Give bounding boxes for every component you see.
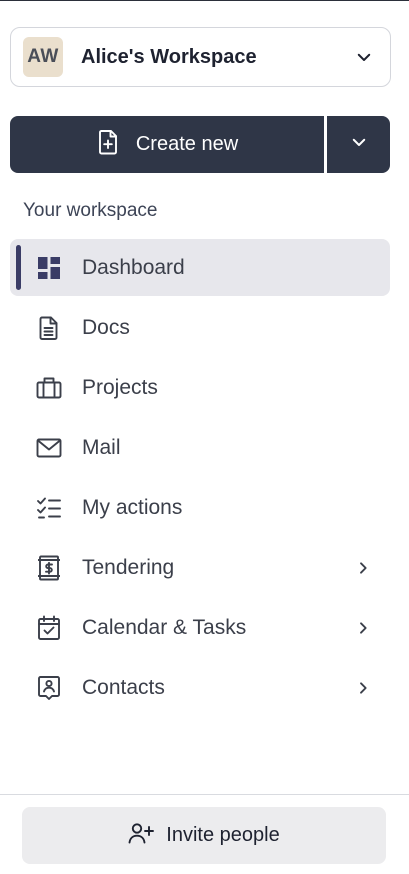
invite-people-label: Invite people	[166, 824, 280, 846]
user-plus-icon	[128, 822, 155, 849]
create-new-group: Create new	[10, 116, 390, 173]
chevron-right-icon	[352, 617, 374, 639]
workspace-name: Alice's Workspace	[81, 45, 257, 68]
briefcase-icon	[36, 375, 62, 401]
chevron-down-icon	[352, 45, 376, 69]
workspace-avatar: AW	[23, 37, 63, 77]
footer-divider	[0, 794, 409, 795]
dollar-document-icon	[36, 555, 62, 581]
sidebar-item-label: Calendar & Tasks	[82, 615, 247, 639]
document-icon	[36, 315, 62, 341]
file-plus-icon	[96, 129, 120, 160]
sidebar-item-projects[interactable]: Projects	[10, 359, 390, 416]
sidebar-item-label: My actions	[82, 495, 183, 519]
sidebar-item-label: Tendering	[82, 555, 175, 579]
dashboard-icon	[36, 255, 62, 281]
chevron-right-icon	[352, 677, 374, 699]
mail-icon	[36, 435, 62, 461]
sidebar-item-docs[interactable]: Docs	[10, 299, 390, 356]
workspace-switcher[interactable]: AW Alice's Workspace	[10, 27, 391, 87]
top-divider	[0, 0, 409, 1]
sidebar-item-label: Docs	[82, 315, 130, 339]
sidebar-item-label: Mail	[82, 435, 121, 459]
section-label: Your workspace	[23, 200, 158, 221]
sidebar-item-tendering[interactable]: Tendering	[10, 539, 390, 596]
sidebar-item-label: Contacts	[82, 675, 165, 699]
chevron-right-icon	[352, 557, 374, 579]
sidebar-item-mail[interactable]: Mail	[10, 419, 390, 476]
create-options-button[interactable]	[327, 116, 390, 173]
sidebar-item-my-actions[interactable]: My actions	[10, 479, 390, 536]
contact-icon	[36, 675, 62, 701]
sidebar-item-calendar-tasks[interactable]: Calendar & Tasks	[10, 599, 390, 656]
create-new-button[interactable]: Create new	[10, 116, 324, 173]
create-new-label: Create new	[135, 133, 239, 155]
active-indicator	[16, 245, 21, 290]
invite-people-button[interactable]: Invite people	[22, 807, 386, 864]
sidebar-item-contacts[interactable]: Contacts	[10, 659, 390, 716]
sidebar-nav: Dashboard Docs Projects Mail My actions …	[10, 239, 390, 719]
chevron-down-icon	[350, 133, 368, 156]
sidebar-item-label: Projects	[82, 375, 158, 399]
sidebar-item-label: Dashboard	[82, 255, 185, 279]
calendar-check-icon	[36, 615, 62, 641]
sidebar-item-dashboard[interactable]: Dashboard	[10, 239, 390, 296]
checklist-icon	[36, 495, 62, 521]
